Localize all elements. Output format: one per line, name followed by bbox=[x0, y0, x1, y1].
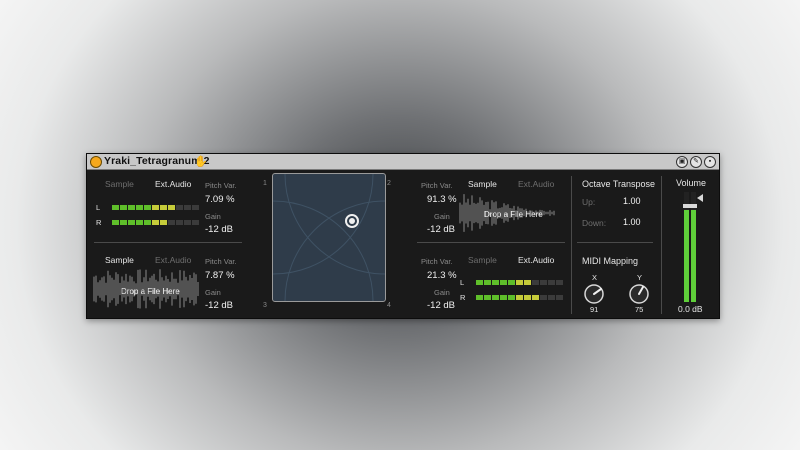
tr-gain-value[interactable]: -12 dB bbox=[427, 224, 455, 235]
tl-meter-r-label: R bbox=[96, 218, 102, 227]
hand-icon: ✋ bbox=[194, 156, 208, 168]
octave-up-value[interactable]: 1.00 bbox=[623, 196, 641, 206]
device-power-button[interactable] bbox=[90, 156, 102, 168]
left-divider bbox=[94, 242, 242, 243]
octave-down-value[interactable]: 1.00 bbox=[623, 217, 641, 227]
bl-gain-label: Gain bbox=[205, 288, 221, 297]
midi-title: MIDI Mapping bbox=[582, 256, 639, 266]
tl-meter-r bbox=[112, 220, 199, 225]
tr-pitch-label: Pitch Var. bbox=[421, 181, 453, 190]
volume-meter-right-fill bbox=[691, 209, 696, 302]
br-meter-l bbox=[476, 280, 563, 285]
xy-corner-2: 2 bbox=[387, 180, 391, 187]
save-icon[interactable]: ▪ bbox=[704, 156, 716, 168]
xy-corner-1: 1 bbox=[263, 180, 267, 187]
xy-corner-3: 3 bbox=[263, 302, 267, 309]
tl-pitch-value[interactable]: 7.09 % bbox=[205, 194, 235, 205]
tl-tab-sample[interactable]: Sample bbox=[105, 179, 134, 189]
xy-pad-cursor[interactable] bbox=[345, 214, 359, 228]
br-tab-ext-audio[interactable]: Ext.Audio bbox=[518, 255, 554, 265]
xy-corner-4: 4 bbox=[387, 302, 391, 309]
volume-title: Volume bbox=[676, 178, 707, 188]
xy-pad[interactable] bbox=[272, 173, 386, 302]
tl-pitch-label: Pitch Var. bbox=[205, 181, 237, 190]
octave-down-label: Down: bbox=[582, 218, 607, 228]
br-pitch-value[interactable]: 21.3 % bbox=[427, 270, 457, 281]
bl-pitch-label: Pitch Var. bbox=[205, 257, 237, 266]
volume-value[interactable]: 0.0 dB bbox=[678, 304, 703, 314]
bl-drop-text: Drop a File Here bbox=[121, 287, 180, 296]
octave-divider bbox=[577, 242, 653, 243]
midi-y-label: Y bbox=[637, 273, 643, 282]
device-title-bar[interactable]: Yraki_Tetragranum 2 ✋ ▣ ✎ ▪ bbox=[87, 154, 719, 170]
midi-x-knob[interactable] bbox=[583, 283, 605, 305]
fold-icon[interactable]: ▣ bbox=[676, 156, 688, 168]
bl-pitch-value[interactable]: 7.87 % bbox=[205, 270, 235, 281]
device-panel: Yraki_Tetragranum 2 ✋ ▣ ✎ ▪ Sample Ext.A… bbox=[86, 153, 720, 319]
tr-gain-label: Gain bbox=[434, 212, 450, 221]
section-divider-2 bbox=[661, 176, 662, 314]
br-pitch-label: Pitch Var. bbox=[421, 257, 453, 266]
tl-meter-l bbox=[112, 205, 199, 210]
section-divider-1 bbox=[571, 176, 572, 314]
tr-drop-text: Drop a File Here bbox=[484, 210, 543, 219]
br-meter-r-label: R bbox=[460, 293, 466, 302]
tl-tab-ext-audio[interactable]: Ext.Audio bbox=[155, 179, 191, 189]
volume-meter-left bbox=[684, 192, 689, 302]
br-tab-sample[interactable]: Sample bbox=[468, 255, 497, 265]
br-gain-label: Gain bbox=[434, 288, 450, 297]
br-gain-value[interactable]: -12 dB bbox=[427, 300, 455, 311]
volume-meter-right bbox=[691, 192, 696, 302]
br-meter-r bbox=[476, 295, 563, 300]
tl-gain-value[interactable]: -12 dB bbox=[205, 224, 233, 235]
xy-pad-curves bbox=[273, 174, 385, 301]
volume-slider-handle[interactable] bbox=[683, 204, 697, 208]
octave-up-label: Up: bbox=[582, 197, 596, 207]
midi-y-value: 75 bbox=[635, 305, 644, 314]
tl-meter-l-label: L bbox=[96, 203, 101, 212]
tl-gain-label: Gain bbox=[205, 212, 221, 221]
octave-title: Octave Transpose bbox=[582, 179, 656, 189]
bl-tab-sample[interactable]: Sample bbox=[105, 255, 134, 265]
br-meter-l-label: L bbox=[460, 278, 465, 287]
volume-meter-left-fill bbox=[684, 209, 689, 302]
bl-gain-value[interactable]: -12 dB bbox=[205, 300, 233, 311]
right-divider bbox=[417, 242, 565, 243]
tr-tab-sample[interactable]: Sample bbox=[468, 179, 497, 189]
tr-tab-ext-audio[interactable]: Ext.Audio bbox=[518, 179, 554, 189]
midi-x-value: 91 bbox=[590, 305, 599, 314]
midi-x-label: X bbox=[592, 273, 598, 282]
tr-pitch-value[interactable]: 91.3 % bbox=[427, 194, 457, 205]
bl-tab-ext-audio[interactable]: Ext.Audio bbox=[155, 255, 191, 265]
midi-y-knob[interactable] bbox=[628, 283, 650, 305]
volume-slider-arrow[interactable] bbox=[697, 194, 703, 202]
edit-icon[interactable]: ✎ bbox=[690, 156, 702, 168]
